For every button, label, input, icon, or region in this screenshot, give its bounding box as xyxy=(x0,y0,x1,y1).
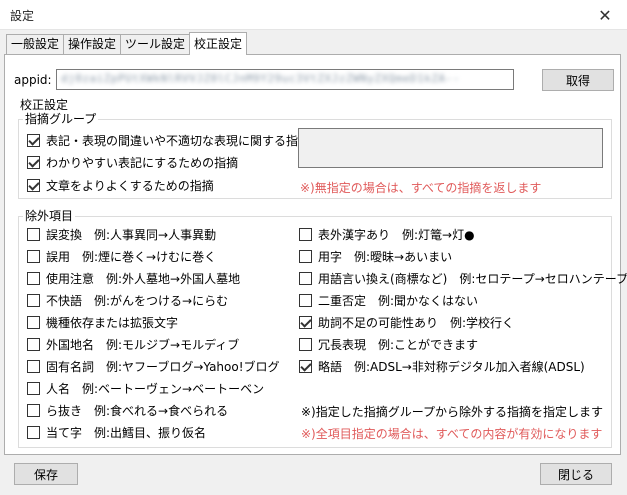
checkbox[interactable] xyxy=(299,293,312,307)
get-button[interactable]: 取得 xyxy=(542,69,614,91)
checkbox[interactable] xyxy=(27,227,40,241)
tab-general[interactable]: 一般設定 xyxy=(6,34,65,54)
tab-tools[interactable]: ツール設定 xyxy=(120,34,191,54)
exclusion-item-foreign-place[interactable]: 外国地名 例:モルジブ→モルディブ xyxy=(27,336,239,352)
exclusion-note: ※)指定した指摘グループから除外する指摘を指定します xyxy=(301,405,604,419)
close-icon[interactable]: ✕ xyxy=(583,0,627,30)
item-example: 例:学校行く xyxy=(450,315,515,330)
checkbox[interactable] xyxy=(299,359,312,373)
section-title: 校正設定 xyxy=(19,96,70,113)
checkbox[interactable] xyxy=(299,315,312,329)
indication-group-legend: 指摘グループ xyxy=(23,112,99,126)
exclusion-item-double-negative[interactable]: 二重否定 例:聞かなくはない xyxy=(299,292,478,308)
exclusion-note-warning: ※)全項目指定の場合は、すべての内容が有効になります xyxy=(301,427,603,441)
checkbox[interactable] xyxy=(27,155,40,169)
checkbox[interactable] xyxy=(27,315,40,329)
item-example: 例:曖昧→あいまい xyxy=(354,249,453,264)
item-example: 例:セロテープ→セロハンテープ xyxy=(459,271,627,286)
item-label: 不快語 xyxy=(46,293,83,308)
tab-operation[interactable]: 操作設定 xyxy=(63,34,122,54)
item-example: 例:ことができます xyxy=(378,337,479,352)
item-label: 誤用 xyxy=(46,249,71,264)
exclusion-item-ateji[interactable]: 当て字 例:出鱈目、振り仮名 xyxy=(27,424,206,440)
item-label: 助詞不足の可能性あり xyxy=(318,315,439,330)
item-example: 例:食べれる→食べられる xyxy=(94,403,229,418)
item-example: 例:モルジブ→モルディブ xyxy=(106,337,240,352)
checkbox[interactable] xyxy=(27,133,40,147)
exclusion-item-redundant[interactable]: 冗長表現 例:ことができます xyxy=(299,336,478,352)
item-label: 用字 xyxy=(318,249,343,264)
indication-item-3[interactable]: 文章をよりよくするための指摘 xyxy=(27,177,214,193)
item-example: 例:聞かなくはない xyxy=(378,293,479,308)
window-title: 設定 xyxy=(10,9,35,23)
checkbox[interactable] xyxy=(299,337,312,351)
exclusion-item-proper-noun[interactable]: 固有名詞 例:ヤフーブログ→Yahoo!ブログ xyxy=(27,358,280,374)
item-label: 用語言い換え(商標など) xyxy=(318,271,448,286)
exclusion-item-misconversion[interactable]: 誤変換 例:人事異同→人事異動 xyxy=(27,226,216,242)
item-example: 例:ヤフーブログ→Yahoo!ブログ xyxy=(106,359,280,374)
checkbox[interactable] xyxy=(27,293,40,307)
checkbox[interactable] xyxy=(27,271,40,285)
item-label: 使用注意 xyxy=(46,271,95,286)
indication-item-1[interactable]: 表記・表現の間違いや不適切な表現に関する指摘 xyxy=(27,132,310,148)
exclusion-item-non-joyo-kanji[interactable]: 表外漢字あり 例:灯篭→灯● xyxy=(299,226,475,242)
item-example: 例:ベートーヴェン→ベートーベン xyxy=(82,381,265,396)
checkbox[interactable] xyxy=(27,381,40,395)
exclusion-item-character-usage[interactable]: 用字 例:曖昧→あいまい xyxy=(299,248,452,264)
selection-listbox[interactable] xyxy=(298,128,603,168)
indication-item-label: 文章をよりよくするための指摘 xyxy=(46,178,214,193)
exclusion-item-caution[interactable]: 使用注意 例:外人墓地→外国人墓地 xyxy=(27,270,240,286)
checkbox[interactable] xyxy=(27,403,40,417)
item-example: 例:外人墓地→外国人墓地 xyxy=(106,271,241,286)
checkbox[interactable] xyxy=(299,249,312,263)
indication-item-2[interactable]: わかりやすい表記にするための指摘 xyxy=(27,154,238,170)
item-label: 固有名詞 xyxy=(46,359,95,374)
indication-item-label: 表記・表現の間違いや不適切な表現に関する指摘 xyxy=(46,133,311,148)
indication-note: ※)無指定の場合は、すべての指摘を返します xyxy=(300,181,542,195)
checkbox[interactable] xyxy=(27,337,40,351)
appid-label: appid: xyxy=(14,73,52,87)
item-label: 当て字 xyxy=(46,425,83,440)
exclusion-item-offensive[interactable]: 不快語 例:がんをつける→にらむ xyxy=(27,292,228,308)
exclusion-item-term-replacement[interactable]: 用語言い換え(商標など) 例:セロテープ→セロハンテープ xyxy=(299,270,627,286)
item-label: 二重否定 xyxy=(318,293,367,308)
exclusion-group-legend: 除外項目 xyxy=(23,209,76,223)
exclusion-item-misuse[interactable]: 誤用 例:煙に巻く→けむに巻く xyxy=(27,248,216,264)
item-example: 例:煙に巻く→けむに巻く xyxy=(82,249,217,264)
item-label: 表外漢字あり xyxy=(318,227,391,242)
item-example: 例:灯篭→灯● xyxy=(402,227,475,242)
tab-proofreading[interactable]: 校正設定 xyxy=(189,32,248,55)
item-example: 例:ADSL→非対称デジタル加入者線(ADSL) xyxy=(354,359,585,374)
checkbox[interactable] xyxy=(27,359,40,373)
exclusion-item-ra-nuki[interactable]: ら抜き 例:食べれる→食べられる xyxy=(27,402,228,418)
item-example: 例:がんをつける→にらむ xyxy=(94,293,229,308)
exclusion-item-person-name[interactable]: 人名 例:ベートーヴェン→ベートーベン xyxy=(27,380,264,396)
checkbox[interactable] xyxy=(27,425,40,439)
checkbox[interactable] xyxy=(27,249,40,263)
item-example: 例:人事異同→人事異動 xyxy=(94,227,217,242)
appid-value: dj0zaiZpPUtXWkNlRVVJZ0lCJnM9Y29uc3VtZXJz… xyxy=(61,72,460,85)
title-bar: 設定 ✕ xyxy=(0,0,627,30)
item-label: ら抜き xyxy=(46,403,83,418)
item-label: 冗長表現 xyxy=(318,337,367,352)
appid-input[interactable]: dj0zaiZpPUtXWkNlRVVJZ0lCJnM9Y29uc3VtZXJz… xyxy=(56,69,514,90)
item-example: 例:出鱈目、振り仮名 xyxy=(94,425,207,440)
checkbox[interactable] xyxy=(299,271,312,285)
indication-item-label: わかりやすい表記にするための指摘 xyxy=(46,155,239,170)
item-label: 機種依存または拡張文字 xyxy=(46,315,179,330)
close-button[interactable]: 閉じる xyxy=(540,463,612,485)
item-label: 外国地名 xyxy=(46,337,95,352)
checkbox[interactable] xyxy=(27,178,40,192)
item-label: 誤変換 xyxy=(46,227,83,242)
checkbox[interactable] xyxy=(299,227,312,241)
exclusion-item-abbreviation[interactable]: 略語 例:ADSL→非対称デジタル加入者線(ADSL) xyxy=(299,358,585,374)
tab-strip: 一般設定 操作設定 ツール設定 校正設定 xyxy=(6,32,248,55)
item-label: 略語 xyxy=(318,359,343,374)
item-label: 人名 xyxy=(46,381,71,396)
exclusion-item-missing-particle[interactable]: 助詞不足の可能性あり 例:学校行く xyxy=(299,314,514,330)
tab-panel: appid: dj0zaiZpPUtXWkNlRVVJZ0lCJnM9Y29uc… xyxy=(4,54,627,455)
exclusion-item-platform-chars[interactable]: 機種依存または拡張文字 xyxy=(27,314,178,330)
save-button[interactable]: 保存 xyxy=(14,463,78,485)
